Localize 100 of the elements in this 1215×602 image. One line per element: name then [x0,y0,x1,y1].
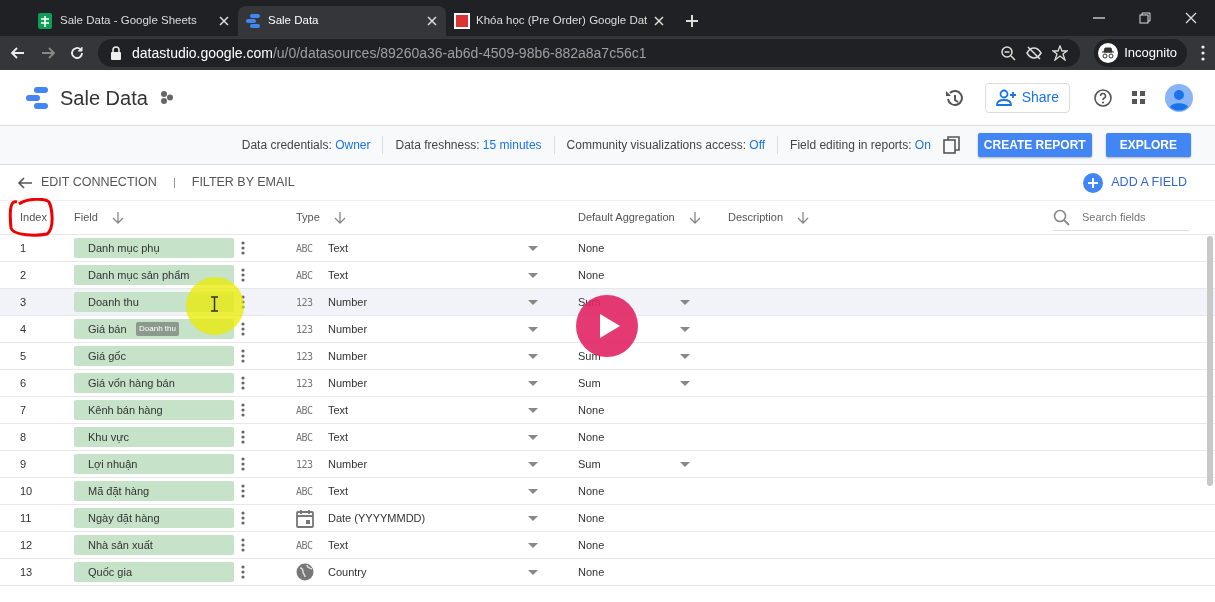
zoom-out-icon[interactable] [1001,45,1017,61]
tab-title: Khóa học (Pre Order) Google Dat [476,13,648,29]
dropdown-arrow-icon[interactable] [528,353,538,359]
more-icon[interactable] [241,565,245,579]
dropdown-arrow-icon[interactable] [528,569,538,575]
reload-icon[interactable] [70,46,84,60]
field-chip[interactable]: Danh mục phụ [74,238,234,258]
table-row[interactable]: 10 Mã đặt hàng ABC Text None [0,478,1215,505]
aggregation-cell: None [578,241,605,254]
more-icon[interactable] [241,376,245,390]
logo-icon [24,84,48,111]
dropdown-arrow-icon[interactable] [680,461,690,467]
type-cell: Text [328,268,349,281]
more-icon[interactable] [241,511,245,525]
aggregation-cell: None [578,403,605,416]
more-icon[interactable] [241,484,245,498]
field-chip[interactable]: Giá vốn hàng bán [74,373,234,393]
dropdown-arrow-icon[interactable] [528,407,538,413]
more-icon[interactable] [241,457,245,471]
dropdown-arrow-icon[interactable] [528,434,538,440]
star-icon[interactable] [1052,45,1069,61]
more-icon[interactable] [1201,45,1205,61]
field-chip[interactable]: Mã đặt hàng [74,481,234,501]
profile-button[interactable]: Incognito [1094,39,1187,67]
apps-icon[interactable] [1132,91,1145,104]
scrollbar[interactable] [1207,236,1213,486]
type-icon: ABC [296,483,316,499]
field-chip[interactable]: Giá gốc [74,346,234,366]
action-button[interactable]: EXPLORE [1105,133,1191,157]
back-icon[interactable] [10,46,26,60]
type-icon: ABC [296,267,316,283]
table-row[interactable]: 12 Nhà sản xuất ABC Text None [0,532,1215,559]
field-chip[interactable]: Kênh bán hàng [74,400,234,420]
dropdown-arrow-icon[interactable] [528,245,538,251]
field-chip[interactable]: Nhà sản xuất [74,535,234,555]
filter-link[interactable]: FILTER BY EMAIL [190,172,296,193]
forward-icon[interactable] [40,46,56,60]
browser-tab[interactable]: Sale Data - Google Sheets [30,6,238,36]
dropdown-arrow-icon[interactable] [680,326,690,332]
add-field-button[interactable]: ADD A FIELD [1077,171,1193,194]
url-text: datastudio.google.com/u/0/datasources/89260a36-ab6d-4509-98b6-882a8a7c56c1 [132,43,647,63]
dropdown-arrow-icon[interactable] [528,272,538,278]
dropdown-arrow-icon[interactable] [528,542,538,548]
address-field[interactable]: datastudio.google.com/u/0/datasources/89260a36-ab6d-4509-98b6-882a8a7c56c1 [98,39,1081,67]
dropdown-arrow-icon[interactable] [680,353,690,359]
table-row[interactable]: 8 Khu vực ABC Text None [0,424,1215,451]
index-cell: 7 [20,403,27,416]
edit-connection-link[interactable]: EDIT CONNECTION [16,172,158,193]
browser-tab[interactable]: Sale Data [238,6,446,36]
table-row[interactable]: 6 Giá vốn hàng bán 123 Number Sum [0,370,1215,397]
table-row[interactable]: 13 Quốc gia Country None [0,559,1215,586]
dropdown-arrow-icon[interactable] [528,461,538,467]
more-icon[interactable] [241,403,245,417]
dropdown-arrow-icon[interactable] [528,380,538,386]
avatar-icon[interactable] [1165,83,1193,112]
hidden-eye-icon[interactable] [1026,45,1043,61]
sort-arrow-icon[interactable] [333,211,346,224]
sort-arrow-icon[interactable] [111,211,124,224]
more-icon[interactable] [241,349,245,363]
restore-icon[interactable] [1139,12,1151,24]
field-chip[interactable]: Danh mục sản phẩm [74,265,234,285]
field-chip[interactable]: Ngày đặt hàng [74,508,234,528]
index-cell: 3 [20,295,27,308]
more-icon[interactable] [241,241,245,255]
sort-arrow-icon[interactable] [688,211,701,224]
sort-arrow-icon[interactable] [797,211,810,224]
action-button[interactable]: CREATE REPORT [977,133,1092,157]
share-button[interactable]: Share [984,82,1070,113]
browser-tab[interactable]: Khóa học (Pre Order) Google Dat [446,6,674,36]
more-icon[interactable] [241,268,245,282]
index-cell: 13 [20,565,33,578]
field-chip[interactable]: Lợi nhuận [74,454,234,474]
dropdown-arrow-icon[interactable] [528,299,538,305]
field-chip[interactable]: Khu vực [74,427,234,447]
dropdown-arrow-icon[interactable] [680,299,690,305]
type-cell: Text [328,430,349,443]
search-field[interactable]: Search fields [1080,207,1180,227]
table-row[interactable]: 11 Ngày đặt hàng Date (YYYYMMDD) None [0,505,1215,532]
copy-icon[interactable] [942,136,960,154]
close-icon[interactable] [653,15,666,27]
close-icon[interactable] [426,15,438,27]
more-icon[interactable] [241,538,245,552]
dropdown-arrow-icon[interactable] [528,515,538,521]
dropdown-arrow-icon[interactable] [528,488,538,494]
aggregation-cell: None [578,484,605,497]
dropdown-arrow-icon[interactable] [680,380,690,386]
field-chip[interactable]: Quốc gia [74,562,234,582]
app-title: Sale Data [60,85,148,111]
more-icon[interactable] [241,322,245,336]
table-row[interactable]: 9 Lợi nhuận 123 Number Sum [0,451,1215,478]
close-icon[interactable] [1185,12,1197,24]
table-row[interactable]: 1 Danh mục phụ ABC Text None [0,235,1215,262]
new-tab-icon[interactable] [685,14,700,28]
search-icon [1053,208,1070,226]
help-icon[interactable] [1094,88,1112,107]
close-icon[interactable] [218,15,230,27]
dropdown-arrow-icon[interactable] [528,326,538,332]
more-icon[interactable] [241,430,245,444]
table-row[interactable]: 7 Kênh bán hàng ABC Text None [0,397,1215,424]
globe-icon [296,563,314,581]
